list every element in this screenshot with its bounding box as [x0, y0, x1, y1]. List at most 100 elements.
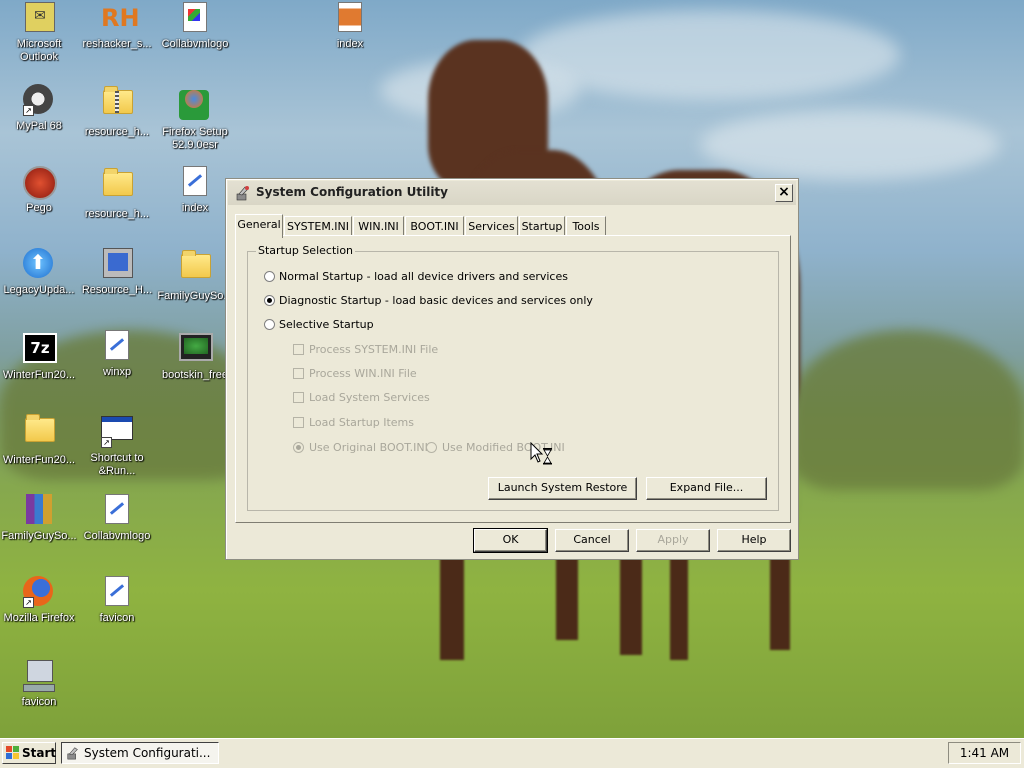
load-system-services-checkbox[interactable]	[293, 392, 304, 403]
desktop-icon[interactable]: FamilyGuySo...	[0, 494, 78, 543]
process-win-ini-label: Process WIN.INI File	[309, 367, 417, 380]
start-button[interactable]: Start	[2, 742, 56, 764]
dialog-title: System Configuration Utility	[256, 185, 448, 199]
desktop-icon[interactable]: ↗ Shortcut to &Run...	[78, 412, 156, 478]
launch-system-restore-button[interactable]: Launch System Restore	[488, 477, 637, 500]
load-startup-items-checkbox[interactable]	[293, 417, 304, 428]
desktop-icon[interactable]: resource_h...	[78, 84, 156, 139]
desktop-icon-label: Collabvmlogo	[161, 38, 229, 50]
desktop-icon[interactable]: favicon	[78, 576, 156, 625]
tab-win-ini[interactable]: WIN.INI	[353, 216, 404, 236]
taskbar-button-label: System Configurati...	[84, 746, 211, 760]
firefox-setup-icon	[179, 90, 211, 122]
desktop-icon-label: winxp	[102, 366, 132, 378]
use-modified-boot-ini-radio[interactable]	[426, 442, 437, 453]
system-configuration-dialog: System Configuration Utility × General S…	[225, 178, 799, 560]
desktop-icon[interactable]: Collabvmlogo	[78, 494, 156, 543]
load-startup-items-label: Load Startup Items	[309, 416, 414, 429]
folder-icon	[23, 414, 55, 450]
taskbar: Start System Configurati... 1:41 AM	[0, 738, 1024, 768]
desktop-icon[interactable]: FamilyGuySo...	[156, 248, 234, 303]
cancel-button[interactable]: Cancel	[555, 529, 629, 552]
desktop-icon[interactable]: favicon	[0, 658, 78, 709]
msconfig-icon	[67, 747, 78, 760]
firefox-icon: ↗	[23, 576, 55, 608]
desktop-icon[interactable]: Firefox Setup 52.9.0esr	[156, 84, 234, 152]
desktop-icon[interactable]: index	[311, 2, 389, 51]
selective-startup-radio[interactable]	[264, 319, 275, 330]
desktop-icon-label: bootskin_free	[161, 369, 229, 381]
tab-boot-ini[interactable]: BOOT.INI	[405, 216, 464, 236]
computer-icon	[23, 660, 55, 692]
desktop-icon[interactable]: 7z WinterFun20...	[0, 330, 78, 382]
desktop-icon-label: favicon	[21, 696, 57, 708]
outlook-icon: ✉	[23, 2, 55, 34]
paint-file-icon	[179, 166, 211, 198]
start-label: Start	[22, 746, 57, 760]
desktop-icon-label: Microsoft Outlook	[16, 38, 62, 63]
desktop-icon-label: Pego	[26, 202, 52, 214]
run-shortcut-icon: ↗	[101, 416, 133, 448]
selective-startup-label[interactable]: Selective Startup	[279, 318, 374, 331]
help-button[interactable]: Help	[717, 529, 791, 552]
desktop-icon[interactable]: winxp	[78, 330, 156, 379]
mypal-icon: ↗	[23, 84, 55, 116]
dialog-titlebar[interactable]: System Configuration Utility ×	[228, 181, 796, 205]
process-win-ini-checkbox[interactable]	[293, 368, 304, 379]
expand-file-button[interactable]: Expand File...	[646, 477, 767, 500]
desktop-icon[interactable]: Collabvmlogo	[156, 2, 234, 51]
desktop-icon-label: index	[181, 202, 209, 214]
desktop-icon[interactable]: Resource_H...	[78, 248, 156, 297]
msconfig-icon	[236, 186, 249, 201]
zip-folder-icon	[101, 86, 133, 122]
desktop-icon[interactable]: ↗ MyPal 68	[0, 84, 78, 133]
desktop-icon-label: Mozilla Firefox	[3, 612, 75, 624]
tab-startup[interactable]: Startup	[519, 216, 565, 236]
use-original-boot-ini-radio[interactable]	[293, 442, 304, 453]
desktop-icon-label: reshacker_s...	[82, 38, 152, 50]
taskbar-button-system-configuration[interactable]: System Configurati...	[61, 742, 219, 764]
tab-services[interactable]: Services	[465, 216, 518, 236]
desktop-icon[interactable]: bootskin_free	[156, 330, 234, 382]
busy-cursor-icon	[530, 442, 552, 465]
desktop-icon[interactable]: WinterFun20...	[0, 412, 78, 467]
tab-tools[interactable]: Tools	[566, 216, 606, 236]
desktop-icon-label: favicon	[99, 612, 135, 624]
reshacker-icon: RH	[101, 4, 140, 32]
desktop-icon-label: Shortcut to &Run...	[90, 452, 144, 477]
desktop-icon[interactable]: resource_h...	[78, 166, 156, 221]
diagnostic-startup-label[interactable]: Diagnostic Startup - load basic devices …	[279, 294, 593, 307]
7zip-icon: 7z	[23, 333, 57, 365]
process-system-ini-checkbox[interactable]	[293, 344, 304, 355]
desktop-icon-label: FamilyGuySo...	[157, 290, 233, 302]
apply-button[interactable]: Apply	[636, 529, 710, 552]
folder-icon	[179, 250, 211, 286]
desktop-icon[interactable]: ⬆ LegacyUpda...	[0, 248, 78, 297]
system-tray-clock[interactable]: 1:41 AM	[948, 742, 1021, 764]
desktop-icon[interactable]: Pego	[0, 166, 78, 215]
desktop-icon[interactable]: RH reshacker_s...	[78, 2, 156, 51]
clock-text: 1:41 AM	[959, 746, 1010, 760]
desktop-icon-label: FamilyGuySo...	[1, 530, 77, 542]
tab-general[interactable]: General	[235, 214, 283, 238]
close-icon: ×	[778, 184, 790, 200]
pego-icon	[23, 166, 57, 200]
diagnostic-startup-radio[interactable]	[264, 295, 275, 306]
bootskin-icon	[179, 333, 213, 365]
desktop-icon-label: Collabvmlogo	[83, 530, 151, 542]
close-button[interactable]: ×	[775, 184, 793, 202]
ok-button[interactable]: OK	[473, 528, 548, 553]
normal-startup-radio[interactable]	[264, 271, 275, 282]
desktop-icon[interactable]: ↗ Mozilla Firefox	[0, 576, 78, 625]
archive-icon	[334, 2, 366, 34]
folder-icon	[101, 168, 133, 204]
desktop-icon[interactable]: ✉ Microsoft Outlook	[0, 2, 78, 64]
normal-startup-label[interactable]: Normal Startup - load all device drivers…	[279, 270, 568, 283]
desktop-icon-label: Resource_H...	[81, 284, 153, 296]
tab-system-ini[interactable]: SYSTEM.INI	[284, 216, 352, 236]
desktop-icon-label: LegacyUpda...	[3, 284, 75, 296]
desktop-icon[interactable]: index	[156, 166, 234, 215]
paint-file-icon	[101, 576, 133, 608]
resource-hacker-icon	[101, 248, 133, 280]
windows-flag-icon	[6, 746, 19, 759]
